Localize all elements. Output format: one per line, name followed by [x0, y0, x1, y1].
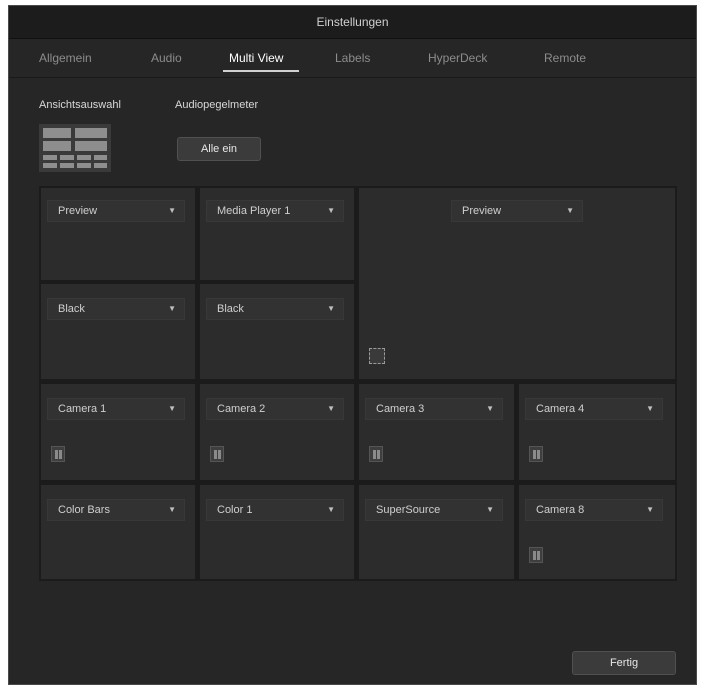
- view-window-9: Color Bars ▼: [41, 485, 195, 579]
- audio-meter-icon[interactable]: [369, 446, 383, 462]
- source-label-9: Color Bars: [58, 504, 110, 516]
- source-dropdown-10[interactable]: Color 1 ▼: [206, 499, 344, 521]
- view-window-8: Camera 4 ▼: [519, 384, 675, 480]
- tab-hyperdeck[interactable]: HyperDeck: [428, 51, 487, 65]
- source-label-2: Media Player 1: [217, 205, 291, 217]
- source-dropdown-7[interactable]: Camera 3 ▼: [365, 398, 503, 420]
- source-dropdown-5[interactable]: Camera 1 ▼: [47, 398, 185, 420]
- view-window-11: SuperSource ▼: [359, 485, 514, 579]
- source-label-6: Camera 2: [217, 403, 266, 415]
- source-label-8: Camera 4: [536, 403, 585, 415]
- view-window-3: Black ▼: [41, 284, 195, 379]
- chevron-down-icon: ▼: [486, 404, 494, 413]
- chevron-down-icon: ▼: [168, 206, 176, 215]
- source-dropdown-big[interactable]: Preview ▼: [451, 200, 583, 222]
- window-title: Einstellungen: [316, 15, 389, 29]
- tab-multi-view[interactable]: Multi View: [229, 51, 283, 65]
- chevron-down-icon: ▼: [168, 505, 176, 514]
- source-label-5: Camera 1: [58, 403, 107, 415]
- audio-meter-icon[interactable]: [529, 547, 543, 563]
- chevron-down-icon: ▼: [327, 505, 335, 514]
- multiview-grid: Preview ▼ Media Player 1 ▼ Preview ▼ Bla…: [39, 186, 677, 581]
- multiview-layout-icon[interactable]: [39, 124, 111, 172]
- view-window-5: Camera 1 ▼: [41, 384, 195, 480]
- chevron-down-icon: ▼: [646, 404, 654, 413]
- source-label-4: Black: [217, 303, 244, 315]
- audio-meter-icon[interactable]: [51, 446, 65, 462]
- source-dropdown-9[interactable]: Color Bars ▼: [47, 499, 185, 521]
- chevron-down-icon: ▼: [646, 505, 654, 514]
- source-label-big: Preview: [462, 205, 502, 217]
- audio-meter-label: Audiopegelmeter: [175, 99, 259, 111]
- view-window-1: Preview ▼: [41, 188, 195, 280]
- tab-bar: Allgemein Audio Multi View Labels HyperD…: [9, 39, 696, 78]
- source-label-12: Camera 8: [536, 504, 585, 516]
- source-dropdown-12[interactable]: Camera 8 ▼: [525, 499, 663, 521]
- audio-meter-icon[interactable]: [529, 446, 543, 462]
- tab-allgemein[interactable]: Allgemein: [39, 51, 92, 65]
- source-label-7: Camera 3: [376, 403, 425, 415]
- all-on-button[interactable]: Alle ein: [177, 137, 261, 161]
- chevron-down-icon: ▼: [168, 404, 176, 413]
- tab-labels[interactable]: Labels: [335, 51, 370, 65]
- settings-dialog: Einstellungen Allgemein Audio Multi View…: [8, 5, 697, 685]
- view-window-7: Camera 3 ▼: [359, 384, 514, 480]
- view-window-10: Color 1 ▼: [200, 485, 354, 579]
- chevron-down-icon: ▼: [327, 404, 335, 413]
- chevron-down-icon: ▼: [486, 505, 494, 514]
- source-label-1: Preview: [58, 205, 98, 217]
- safe-area-icon[interactable]: [369, 348, 385, 364]
- view-window-12: Camera 8 ▼: [519, 485, 675, 579]
- view-window-2: Media Player 1 ▼: [200, 188, 354, 280]
- chevron-down-icon: ▼: [327, 304, 335, 313]
- source-label-3: Black: [58, 303, 85, 315]
- source-dropdown-3[interactable]: Black ▼: [47, 298, 185, 320]
- chevron-down-icon: ▼: [566, 206, 574, 215]
- source-dropdown-8[interactable]: Camera 4 ▼: [525, 398, 663, 420]
- source-dropdown-4[interactable]: Black ▼: [206, 298, 344, 320]
- source-label-10: Color 1: [217, 504, 253, 516]
- audio-meter-icon[interactable]: [210, 446, 224, 462]
- tab-audio[interactable]: Audio: [151, 51, 182, 65]
- source-dropdown-2[interactable]: Media Player 1 ▼: [206, 200, 344, 222]
- source-dropdown-6[interactable]: Camera 2 ▼: [206, 398, 344, 420]
- chevron-down-icon: ▼: [168, 304, 176, 313]
- source-label-11: SuperSource: [376, 504, 441, 516]
- layout-selection-label: Ansichtsauswahl: [39, 99, 121, 111]
- view-window-big: Preview ▼: [359, 188, 675, 379]
- source-dropdown-11[interactable]: SuperSource ▼: [365, 499, 503, 521]
- chevron-down-icon: ▼: [327, 206, 335, 215]
- tab-remote[interactable]: Remote: [544, 51, 586, 65]
- done-button[interactable]: Fertig: [572, 651, 676, 675]
- active-tab-indicator: [223, 70, 299, 72]
- view-window-4: Black ▼: [200, 284, 354, 379]
- source-dropdown-1[interactable]: Preview ▼: [47, 200, 185, 222]
- title-bar: Einstellungen: [9, 6, 696, 39]
- view-window-6: Camera 2 ▼: [200, 384, 354, 480]
